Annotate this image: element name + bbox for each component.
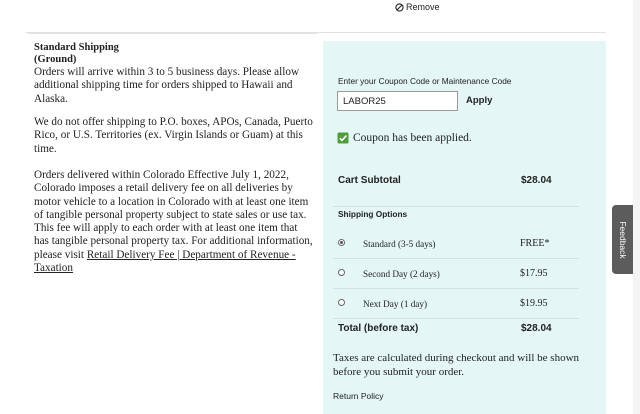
total-label: Total (before tax): [338, 323, 419, 334]
option-price: $17.95: [520, 268, 548, 279]
order-total-row: Total (before tax) $28.04: [333, 319, 579, 341]
option-price: FREE*: [520, 238, 550, 249]
radio-next-day[interactable]: [338, 299, 345, 306]
page-scrollbar[interactable]: [633, 0, 640, 414]
coupon-label: Enter your Coupon Code or Maintenance Co…: [338, 76, 512, 86]
shipping-restrictions-note: We do not offer shipping to P.O. boxes, …: [34, 116, 313, 155]
radio-standard[interactable]: [338, 239, 345, 246]
shipping-time-note: Orders will arrive within 3 to 5 busines…: [34, 66, 300, 105]
tax-note: Taxes are calculated during checkout and…: [333, 352, 580, 378]
subtotal-value: $28.04: [521, 175, 552, 186]
radio-second-day[interactable]: [338, 269, 345, 276]
shipping-options-label: Shipping Options: [338, 209, 408, 219]
shipping-info-section: Standard Shipping (Ground) Orders will a…: [28, 33, 318, 414]
remove-circle-icon: [395, 2, 404, 12]
remove-label: Remove: [406, 2, 440, 12]
shipping-option-standard[interactable]: Standard (3-5 days) FREE*: [333, 229, 579, 259]
total-value: $28.04: [521, 323, 552, 334]
coupon-input[interactable]: [337, 91, 458, 111]
feedback-tab[interactable]: Feedback: [612, 205, 633, 274]
option-price: $19.95: [520, 298, 548, 309]
order-summary-panel: Enter your Coupon Code or Maintenance Co…: [323, 41, 606, 414]
apply-coupon-button[interactable]: Apply: [466, 95, 492, 106]
cart-subtotal-row: Cart Subtotal $28.04: [333, 173, 579, 207]
return-policy-link[interactable]: Return Policy: [333, 391, 384, 401]
option-label: Second Day (2 days): [363, 269, 440, 279]
checkmark-icon: [337, 132, 349, 144]
cart-item-footer: Remove: [26, 0, 606, 33]
shipping-option-second-day[interactable]: Second Day (2 days) $17.95: [333, 259, 579, 289]
colorado-fee-note: Orders delivered within Colorado Effecti…: [34, 169, 313, 275]
feedback-label: Feedback: [617, 220, 628, 259]
shipping-option-next-day[interactable]: Next Day (1 day) $19.95: [333, 289, 579, 319]
shipping-method-title: Standard Shipping (Ground): [34, 42, 119, 65]
subtotal-label: Cart Subtotal: [338, 175, 401, 186]
option-label: Standard (3-5 days): [363, 239, 436, 249]
remove-button[interactable]: Remove: [395, 2, 440, 12]
coupon-applied-message: Coupon has been applied.: [337, 132, 472, 144]
option-label: Next Day (1 day): [363, 299, 428, 309]
